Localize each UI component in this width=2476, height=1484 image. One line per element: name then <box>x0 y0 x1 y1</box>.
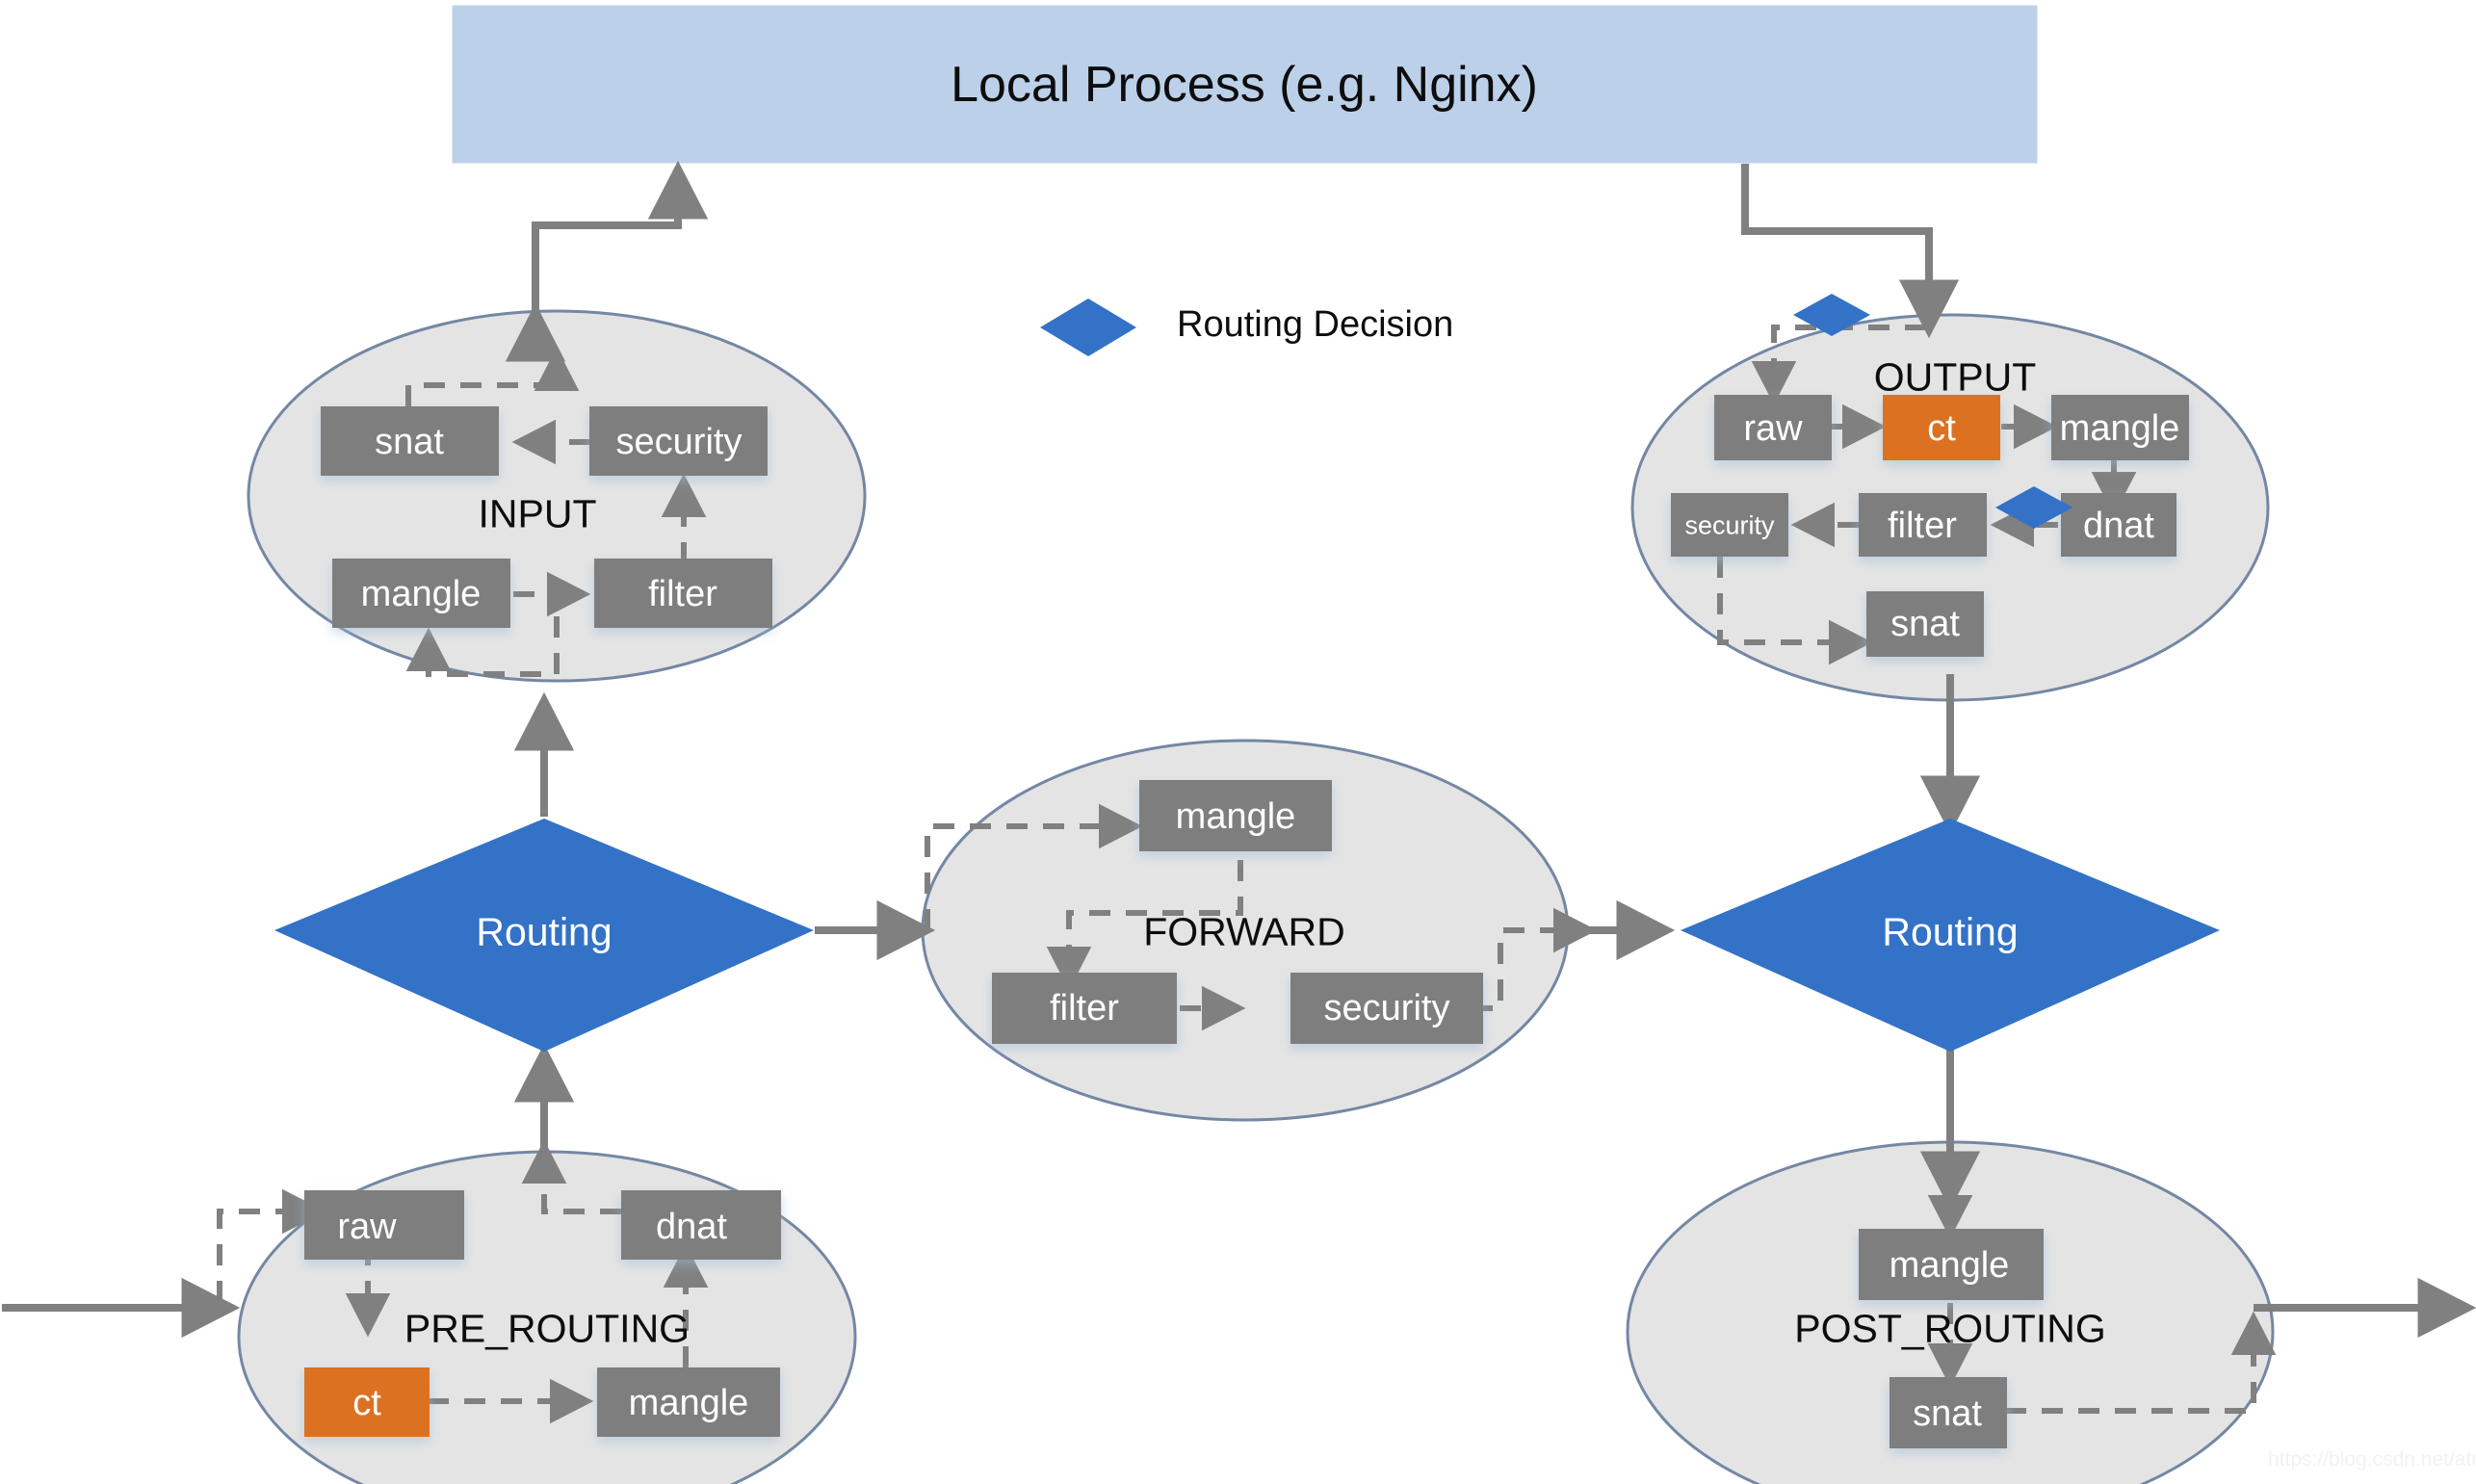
table-box-input-security[interactable] <box>589 406 768 476</box>
table-box-output-mangle[interactable] <box>2051 395 2189 460</box>
routing-decision-diamond-right[interactable] <box>1681 819 2220 1052</box>
table-box-output-snat[interactable] <box>1866 591 1984 657</box>
local-process-box <box>452 5 2038 164</box>
table-box-forward-filter[interactable] <box>992 973 1177 1044</box>
table-box-input-snat[interactable] <box>321 406 499 476</box>
legend-diamond-icon <box>1040 299 1136 356</box>
table-box-input-filter[interactable] <box>594 559 772 628</box>
table-box-output-dnat[interactable] <box>2061 493 2176 557</box>
table-box-output-ct[interactable] <box>1883 395 2000 460</box>
packet-flow-diagram <box>2 5 2476 1484</box>
table-box-output-security[interactable] <box>1671 493 1788 557</box>
table-box-pre-mangle[interactable] <box>597 1367 780 1437</box>
table-box-output-raw[interactable] <box>1714 395 1832 460</box>
table-box-pre-ct[interactable] <box>304 1367 430 1437</box>
edge-input-to-local-process <box>532 160 709 311</box>
table-box-post-snat[interactable] <box>1890 1377 2007 1448</box>
routing-decision-diamond-left[interactable] <box>274 819 814 1052</box>
table-box-forward-mangle[interactable] <box>1139 780 1332 851</box>
table-box-pre-dnat[interactable] <box>621 1190 781 1260</box>
table-box-pre-raw[interactable] <box>304 1190 464 1260</box>
table-box-output-filter[interactable] <box>1859 493 1987 557</box>
table-box-post-mangle[interactable] <box>1859 1229 2044 1300</box>
table-box-input-mangle[interactable] <box>332 559 510 628</box>
table-box-forward-security[interactable] <box>1290 973 1483 1044</box>
